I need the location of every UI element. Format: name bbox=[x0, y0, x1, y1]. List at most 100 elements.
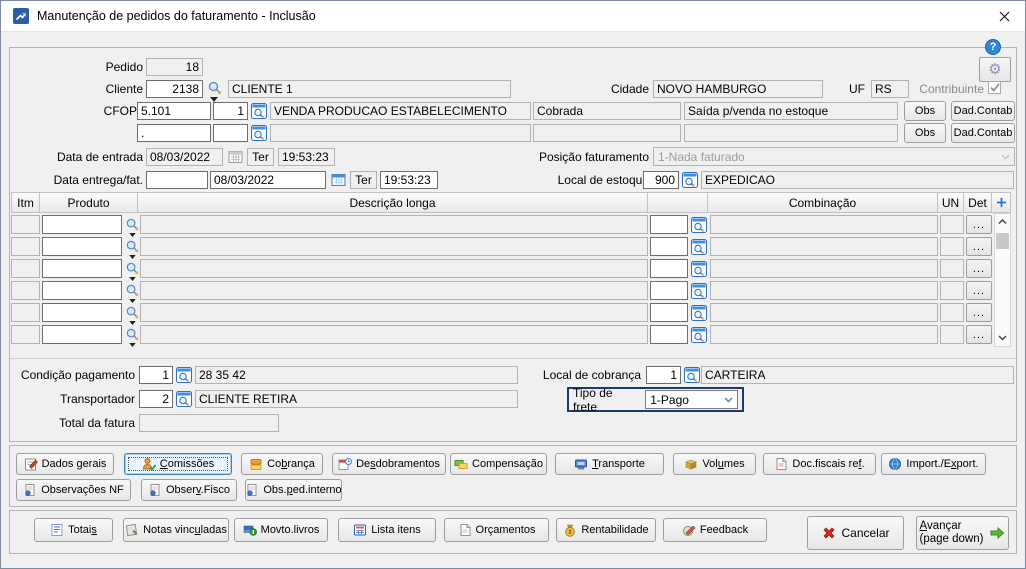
tab-cobranca[interactable]: Cobrança bbox=[241, 453, 323, 475]
data-entrega-extra-field[interactable] bbox=[146, 171, 208, 189]
transportador-code-field[interactable]: 2 bbox=[139, 390, 173, 408]
table-scrollbar[interactable] bbox=[994, 213, 1011, 347]
money-bag-icon bbox=[563, 523, 577, 537]
tipo-frete-group: Tipo de frete 1-Pago bbox=[567, 386, 744, 414]
search-icon[interactable] bbox=[124, 238, 140, 254]
search-icon[interactable] bbox=[124, 282, 140, 298]
combinacao-code-input[interactable] bbox=[650, 237, 688, 256]
det-button[interactable]: ... bbox=[966, 237, 992, 256]
movto-livros-button[interactable]: Movto.livros bbox=[234, 518, 328, 542]
lista-itens-button[interactable]: Lista itens bbox=[338, 518, 436, 542]
data-entrega-date-field[interactable]: 08/03/2022 bbox=[210, 171, 326, 189]
tab-comissoes[interactable]: Comissões bbox=[124, 453, 232, 475]
feedback-button[interactable]: Feedback bbox=[663, 518, 767, 542]
cfop-code-field-2[interactable]: . bbox=[137, 124, 211, 142]
settings-button[interactable]: ⚙ bbox=[979, 57, 1011, 82]
det-button[interactable]: ... bbox=[966, 215, 992, 234]
tipo-frete-select[interactable]: 1-Pago bbox=[645, 390, 738, 409]
cfop-lookup-button-2[interactable] bbox=[250, 124, 268, 142]
tab-obs-ped-interno[interactable]: Obs.ped.interno bbox=[245, 479, 342, 501]
search-icon[interactable] bbox=[124, 326, 140, 342]
combinacao-lookup-button[interactable] bbox=[690, 238, 708, 256]
produto-input[interactable] bbox=[42, 325, 122, 344]
condicao-lookup-button[interactable] bbox=[175, 366, 193, 384]
chevron-down-icon[interactable] bbox=[128, 342, 136, 347]
close-button[interactable] bbox=[987, 1, 1021, 31]
tab-compensacao[interactable]: Compensação bbox=[450, 453, 547, 475]
tab-label: Desdobramentos bbox=[356, 458, 440, 470]
produto-input[interactable] bbox=[42, 259, 122, 278]
tab-desdobramentos[interactable]: Desdobramentos bbox=[332, 453, 446, 475]
scroll-down-icon[interactable] bbox=[995, 330, 1010, 346]
combinacao-lookup-button[interactable] bbox=[690, 216, 708, 234]
tab-label: Obs.ped.interno bbox=[263, 484, 342, 496]
combinacao-lookup-button[interactable] bbox=[690, 260, 708, 278]
rentabilidade-button[interactable]: Rentabilidade bbox=[556, 518, 656, 542]
tab-observacoes-nf[interactable]: Observações NF bbox=[16, 479, 131, 501]
cliente-code-field[interactable]: 2138 bbox=[146, 80, 203, 98]
combinacao-code-input[interactable] bbox=[650, 303, 688, 322]
combinacao-code-input[interactable] bbox=[650, 281, 688, 300]
tab-label: Compensação bbox=[472, 458, 543, 470]
cfop-seq-field-1[interactable]: 1 bbox=[213, 102, 248, 120]
dadcontab-button-1[interactable]: Dad.Contab bbox=[951, 101, 1015, 121]
produto-input[interactable] bbox=[42, 303, 122, 322]
totais-button[interactable]: Totais bbox=[34, 518, 113, 542]
table-row: ... bbox=[11, 258, 1011, 281]
condicao-code-field[interactable]: 1 bbox=[139, 366, 173, 384]
tab-volumes[interactable]: Volumes bbox=[673, 453, 756, 475]
cancelar-button[interactable]: Cancelar bbox=[807, 516, 904, 550]
local-cobranca-code-field[interactable]: 1 bbox=[646, 366, 681, 384]
tab-transporte[interactable]: Transporte bbox=[555, 453, 664, 475]
data-entrega-time-field[interactable]: 19:53:23 bbox=[380, 171, 438, 189]
search-icon[interactable] bbox=[124, 304, 140, 320]
tab-dados-gerais[interactable]: Dados gerais bbox=[16, 453, 114, 475]
combinacao-lookup-button[interactable] bbox=[690, 326, 708, 344]
obs-button-2[interactable]: Obs bbox=[904, 123, 946, 143]
tab-doc-fiscais-ref[interactable]: Doc.fiscais ref. bbox=[763, 453, 876, 475]
notas-vinculadas-button[interactable]: Notas vinculadas bbox=[123, 518, 229, 542]
det-button[interactable]: ... bbox=[966, 259, 992, 278]
calendar-icon[interactable] bbox=[330, 171, 346, 187]
cfop-code-field-1[interactable]: 5.101 bbox=[137, 102, 211, 120]
obs-button-1[interactable]: Obs bbox=[904, 101, 946, 121]
orcamentos-button[interactable]: Orçamentos bbox=[444, 518, 549, 542]
det-button[interactable]: ... bbox=[966, 325, 992, 344]
combinacao-lookup-button[interactable] bbox=[690, 282, 708, 300]
produto-input[interactable] bbox=[42, 281, 122, 300]
table-form-divider bbox=[10, 358, 1016, 359]
search-icon[interactable] bbox=[207, 80, 223, 96]
add-row-button[interactable] bbox=[991, 192, 1011, 213]
document-icon bbox=[458, 523, 472, 537]
combinacao-code-input[interactable] bbox=[650, 325, 688, 344]
pedido-field: 18 bbox=[146, 58, 203, 76]
search-icon[interactable] bbox=[124, 216, 140, 232]
tab-import-export[interactable]: Import./Export. bbox=[881, 453, 986, 475]
local-estoque-code-field[interactable]: 900 bbox=[643, 171, 679, 189]
descricao-cell bbox=[140, 281, 648, 300]
local-estoque-lookup-button[interactable] bbox=[681, 171, 699, 189]
combinacao-code-input[interactable] bbox=[650, 215, 688, 234]
dadcontab-button-2[interactable]: Dad.Contab bbox=[951, 123, 1015, 143]
local-cobranca-lookup-button[interactable] bbox=[683, 366, 701, 384]
produto-input[interactable] bbox=[42, 215, 122, 234]
produto-input[interactable] bbox=[42, 237, 122, 256]
table-row: ... bbox=[11, 302, 1011, 325]
cfop-lookup-button-1[interactable] bbox=[250, 102, 268, 120]
combinacao-code-input[interactable] bbox=[650, 259, 688, 278]
det-button[interactable]: ... bbox=[966, 303, 992, 322]
scroll-up-icon[interactable] bbox=[995, 214, 1010, 230]
combinacao-lookup-button[interactable] bbox=[690, 304, 708, 322]
transportador-lookup-button[interactable] bbox=[175, 390, 193, 408]
scrollbar-thumb[interactable] bbox=[996, 233, 1009, 249]
help-icon[interactable]: ? bbox=[985, 39, 1001, 55]
det-button[interactable]: ... bbox=[966, 281, 992, 300]
avancar-button[interactable]: Avançar (page down) bbox=[916, 516, 1009, 550]
itm-cell bbox=[11, 259, 40, 278]
descricao-cell bbox=[140, 237, 648, 256]
tab-observ-fisco[interactable]: Observ.Fisco bbox=[141, 479, 237, 501]
cfop-seq-field-2[interactable] bbox=[213, 124, 248, 142]
button-label: Cancelar bbox=[841, 526, 890, 540]
chevron-down-icon bbox=[720, 391, 737, 408]
search-icon[interactable] bbox=[124, 260, 140, 276]
